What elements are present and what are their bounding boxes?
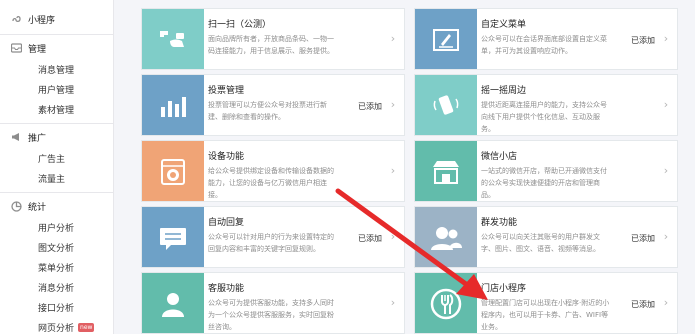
plugin-title: 门店小程序 xyxy=(481,284,527,294)
plugin-description: 一站式的微信开店，帮助已开通微信支付的公众号实现快速便捷的开店和管理商品。 xyxy=(481,167,607,199)
sidebar-item-publisher[interactable]: 流量主 xyxy=(0,168,113,188)
sidebar-item-user-manage[interactable]: 用户管理 xyxy=(0,79,113,99)
plugin-description: 给公众号提供绑定设备和传输设备数据的能力，让您的设备与亿万微信用户相连接。 xyxy=(208,167,334,199)
chevron-right-icon: › xyxy=(390,230,396,243)
chevron-right-icon: › xyxy=(390,32,396,45)
plugin-status: 已添加 xyxy=(631,300,655,309)
shake-phone-icon xyxy=(415,75,477,135)
plugin-card-shake[interactable]: 摇一摇周边 提供近距离连接用户的能力，支持公众号向线下用户提供个性化信息、互动及… xyxy=(414,74,678,136)
sidebar-item-label: 用户管理 xyxy=(38,85,75,96)
plugin-title: 群发功能 xyxy=(481,218,518,228)
plugin-description: 公众号可以针对用户的行为来设置特定的回复内容和丰富的关键字回复规则。 xyxy=(208,233,334,253)
sidebar-item-web-analysis[interactable]: 网页分析 new xyxy=(0,317,113,334)
sidebar-item-article-analysis[interactable]: 图文分析 xyxy=(0,237,113,257)
chevron-right-icon: › xyxy=(663,164,669,177)
sidebar-item-label: 菜单分析 xyxy=(38,263,75,274)
plugin-title: 自定义菜单 xyxy=(481,20,527,30)
pen-icon xyxy=(415,9,477,69)
plugin-title: 微信小店 xyxy=(481,152,518,162)
plugin-card-device[interactable]: 设备功能 给公众号提供绑定设备和传输设备数据的能力，让您的设备与亿万微信用户相连… xyxy=(141,140,405,202)
group-users-icon xyxy=(415,207,477,267)
chevron-right-icon: › xyxy=(663,98,669,111)
chevron-right-icon: › xyxy=(663,230,669,243)
sidebar-section-title: 推广 xyxy=(28,133,47,144)
chevron-right-icon: › xyxy=(390,98,396,111)
sidebar-item-label: 网页分析 xyxy=(38,323,75,334)
plugin-card-mass-send[interactable]: 群发功能 公众号可以向关注其账号的用户群发文字、图片、图文、语音、视频等消息。 … xyxy=(414,206,678,268)
plugin-description: 公众号可为提供客服功能，支持多人同时为一个公众号提供客服服务，实时回复粉丝咨询。 xyxy=(208,299,334,331)
plugin-status: 已添加 xyxy=(631,234,655,243)
sidebar: 小程序 管理 消息管理 用户管理 素材管理 推广 广告主 流量主 统计 用户分析… xyxy=(0,0,114,334)
plugin-card-vote[interactable]: 投票管理 投票管理可以方便公众号对投票进行新建、删除和查看的操作。 已添加 › xyxy=(141,74,405,136)
sidebar-divider xyxy=(0,123,113,124)
sidebar-item-label: 图文分析 xyxy=(38,243,75,254)
sidebar-item-api-analysis[interactable]: 接口分析 xyxy=(0,297,113,317)
plugin-description: 面向品牌所有者，开放商品条码、一物一码连接能力，用于信息展示、服务提供。 xyxy=(208,35,334,55)
plugin-status: 已添加 xyxy=(358,234,382,243)
sidebar-item-message-analysis[interactable]: 消息分析 xyxy=(0,277,113,297)
sidebar-item-user-analysis[interactable]: 用户分析 xyxy=(0,217,113,237)
sidebar-item-advertiser[interactable]: 广告主 xyxy=(0,148,113,168)
plugin-description: 公众号可以在会话界面底部设置自定义菜单，并可为其设置响应动作。 xyxy=(481,35,607,55)
sidebar-item-label: 消息管理 xyxy=(38,65,75,76)
plugin-title: 自动回复 xyxy=(208,218,245,228)
plugin-status: 已添加 xyxy=(631,36,655,45)
sidebar-section-title: 管理 xyxy=(28,44,47,55)
sidebar-section-title: 统计 xyxy=(28,202,47,213)
sidebar-section-stats: 统计 xyxy=(0,195,113,217)
sidebar-item-message-manage[interactable]: 消息管理 xyxy=(0,59,113,79)
chevron-right-icon: › xyxy=(390,296,396,309)
megaphone-icon xyxy=(10,131,22,143)
plugin-card-scan[interactable]: 扫一扫（公测） 面向品牌所有者，开放商品条码、一物一码连接能力，用于信息展示、服… xyxy=(141,8,405,70)
plugin-description: 管理配置门店可以出现在小程序·附近的小程序内，也可以用于卡券、广告、WIFI等业… xyxy=(481,299,610,331)
sidebar-item-label: 素材管理 xyxy=(38,105,75,116)
plugin-title: 设备功能 xyxy=(208,152,245,162)
sidebar-item-menu-analysis[interactable]: 菜单分析 xyxy=(0,257,113,277)
sidebar-section-manage: 管理 xyxy=(0,37,113,59)
chat-bubble-icon xyxy=(142,207,204,267)
sidebar-section-promote: 推广 xyxy=(0,126,113,148)
chevron-right-icon: › xyxy=(663,296,669,309)
qr-scan-icon xyxy=(142,9,204,69)
plugin-title: 客服功能 xyxy=(208,284,245,294)
plugin-card-customer-service[interactable]: 客服功能 公众号可为提供客服功能，支持多人同时为一个公众号提供客服服务，实时回复… xyxy=(141,272,405,334)
shop-icon xyxy=(415,141,477,201)
inbox-icon xyxy=(10,42,22,54)
sidebar-item-label: 接口分析 xyxy=(38,303,75,314)
sidebar-item-label: 消息分析 xyxy=(38,283,75,294)
sidebar-item-material-manage[interactable]: 素材管理 xyxy=(0,99,113,119)
customer-service-icon xyxy=(142,273,204,333)
sidebar-divider xyxy=(0,192,113,193)
plugin-status: 已添加 xyxy=(358,102,382,111)
plugin-title: 扫一扫（公测） xyxy=(208,20,272,30)
plugin-card-auto-reply[interactable]: 自动回复 公众号可以针对用户的行为来设置特定的回复内容和丰富的关键字回复规则。 … xyxy=(141,206,405,268)
plugin-card-custom-menu[interactable]: 自定义菜单 公众号可以在会话界面底部设置自定义菜单，并可为其设置响应动作。 已添… xyxy=(414,8,678,70)
plugin-description: 公众号可以向关注其账号的用户群发文字、图片、图文、语音、视频等消息。 xyxy=(481,233,600,253)
pie-chart-icon xyxy=(10,200,22,212)
sidebar-item-label: 流量主 xyxy=(38,174,66,185)
sidebar-item-mini-program[interactable]: 小程序 xyxy=(0,8,113,30)
chevron-right-icon: › xyxy=(663,32,669,45)
plugin-grid: 扫一扫（公测） 面向品牌所有者，开放商品条码、一物一码连接能力，用于信息展示、服… xyxy=(126,0,695,334)
bar-chart-icon xyxy=(142,75,204,135)
washing-machine-icon xyxy=(142,141,204,201)
sidebar-divider xyxy=(0,34,113,35)
sidebar-label-mini-program: 小程序 xyxy=(28,15,56,26)
plugin-card-wechat-shop[interactable]: 微信小店 一站式的微信开店，帮助已开通微信支付的公众号实现快速便捷的开店和管理商… xyxy=(414,140,678,202)
plugin-title: 投票管理 xyxy=(208,86,245,96)
sidebar-item-label: 用户分析 xyxy=(38,223,75,234)
plugin-description: 提供近距离连接用户的能力，支持公众号向线下用户提供个性化信息、互动及服务。 xyxy=(481,101,607,133)
plugin-title: 摇一摇周边 xyxy=(481,86,527,96)
new-badge: new xyxy=(78,322,95,332)
plugin-card-store-mini-program[interactable]: 门店小程序 管理配置门店可以出现在小程序·附近的小程序内，也可以用于卡券、广告、… xyxy=(414,272,678,334)
fork-icon xyxy=(415,273,477,333)
mini-program-icon xyxy=(10,13,22,25)
sidebar-item-label: 广告主 xyxy=(38,154,66,165)
plugin-description: 投票管理可以方便公众号对投票进行新建、删除和查看的操作。 xyxy=(208,101,327,121)
chevron-right-icon: › xyxy=(390,164,396,177)
